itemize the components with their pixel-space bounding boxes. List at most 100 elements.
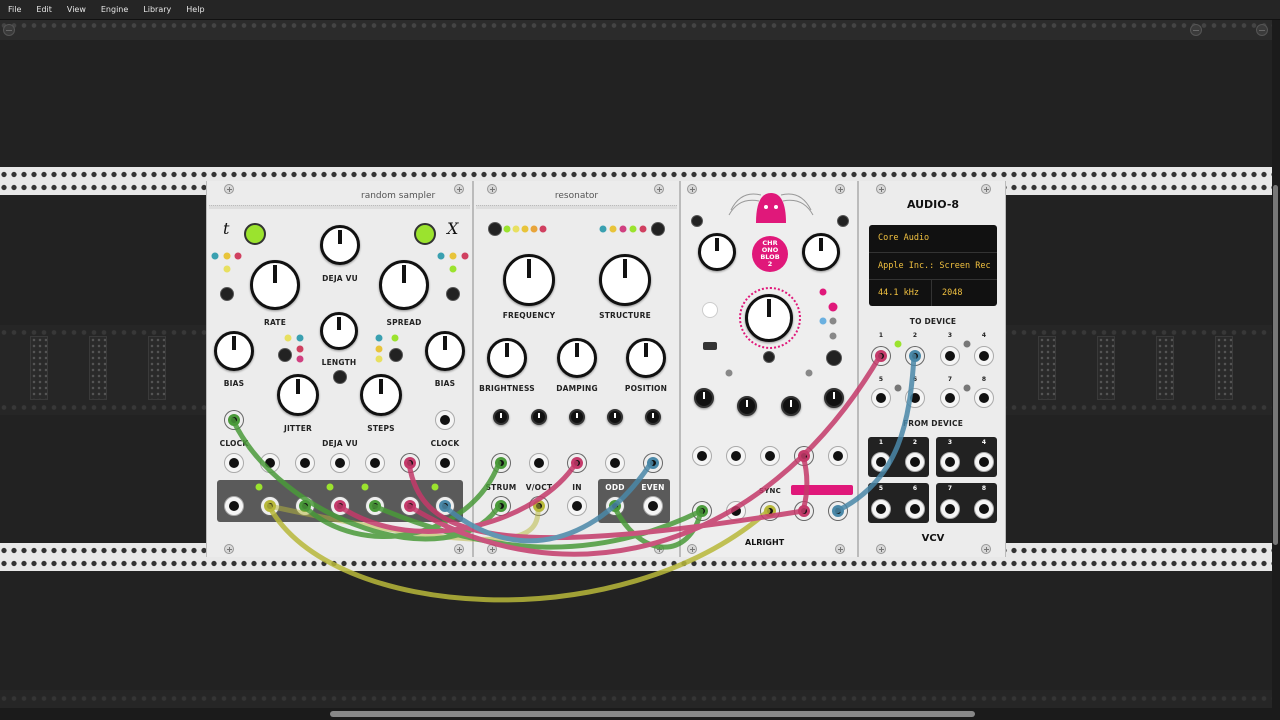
attenuverter-knob[interactable] <box>781 396 801 416</box>
in-input-jack[interactable] <box>567 496 587 516</box>
attenuverter-knob[interactable] <box>493 409 509 425</box>
cv-input-jack[interactable] <box>260 453 280 473</box>
x-deja-vu-button[interactable] <box>414 223 436 245</box>
deja-vu-knob[interactable] <box>320 225 360 265</box>
from-device-output-4[interactable] <box>974 452 994 472</box>
sync-input-jack[interactable] <box>761 502 779 520</box>
t2-output-jack[interactable] <box>261 497 279 515</box>
cv-input-jack-patched[interactable] <box>644 454 662 472</box>
from-device-output-8[interactable] <box>974 499 994 519</box>
sync-mode-button[interactable] <box>691 215 703 227</box>
cv-input-jack-patched[interactable] <box>568 454 586 472</box>
x-mode-button[interactable] <box>446 287 460 301</box>
x-clock-input-jack[interactable] <box>435 410 455 430</box>
mode-button[interactable] <box>837 215 849 227</box>
sample-rate-field[interactable]: 44.1 kHz <box>878 288 919 298</box>
menu-view[interactable]: View <box>67 5 86 14</box>
audio-device-display[interactable]: Core Audio Apple Inc.: Screen Rec 44.1 k… <box>869 225 997 306</box>
cv-input-jack[interactable] <box>224 453 244 473</box>
odd-output-jack[interactable] <box>606 497 624 515</box>
time-mode-button[interactable] <box>763 351 775 363</box>
y-output-jack[interactable] <box>331 497 349 515</box>
x-range-button[interactable] <box>389 348 403 362</box>
cv-input-jack[interactable] <box>692 446 712 466</box>
menu-library[interactable]: Library <box>143 5 171 14</box>
module-audio-8[interactable]: AUDIO-8 Core Audio Apple Inc.: Screen Re… <box>858 181 1006 557</box>
jitter-knob[interactable] <box>277 374 319 416</box>
frequency-knob[interactable] <box>503 254 555 306</box>
x3-output-jack[interactable] <box>436 497 454 515</box>
spread-knob[interactable] <box>379 260 429 310</box>
from-device-output-7[interactable] <box>940 499 960 519</box>
from-device-output-2[interactable] <box>905 452 925 472</box>
steps-knob[interactable] <box>360 374 402 416</box>
to-device-input-1[interactable] <box>872 347 890 365</box>
t1-output-jack[interactable] <box>224 496 244 516</box>
menu-help[interactable]: Help <box>186 5 204 14</box>
x2-output-jack[interactable] <box>401 497 419 515</box>
to-device-input-8[interactable] <box>974 388 994 408</box>
vertical-scrollbar-thumb[interactable] <box>1273 185 1278 545</box>
menu-file[interactable]: File <box>8 5 21 14</box>
cv-input-jack[interactable] <box>435 453 455 473</box>
cv-input-jack[interactable] <box>726 446 746 466</box>
from-device-output-5[interactable] <box>871 499 891 519</box>
voct-input-jack[interactable] <box>530 497 548 515</box>
module-resonator[interactable]: resonator FREQUENCY STRUCTURE BRIGHTNESS… <box>473 181 680 557</box>
to-device-input-6[interactable] <box>905 388 925 408</box>
attenuverter-knob[interactable] <box>531 409 547 425</box>
t3-output-jack[interactable] <box>296 497 314 515</box>
from-device-output-1[interactable] <box>871 452 891 472</box>
attenuverter-knob[interactable] <box>645 409 661 425</box>
attenuverter-knob[interactable] <box>694 388 714 408</box>
to-device-input-3[interactable] <box>940 346 960 366</box>
brightness-knob[interactable] <box>487 338 527 378</box>
device-field[interactable]: Apple Inc.: Screen Rec <box>878 261 996 271</box>
x-bias-knob[interactable] <box>425 331 465 371</box>
block-size-field[interactable]: 2048 <box>942 288 962 298</box>
cv-input-jack-patched[interactable] <box>492 454 510 472</box>
module-random-sampler[interactable]: random sampler t X DEJA VU RATE SPREAD L… <box>206 181 473 557</box>
x1-output-jack[interactable] <box>366 497 384 515</box>
cv-input-jack[interactable] <box>760 446 780 466</box>
strum-input-jack[interactable] <box>492 497 510 515</box>
cv-input-jack[interactable] <box>295 453 315 473</box>
damping-knob[interactable] <box>557 338 597 378</box>
attenuverter-knob[interactable] <box>569 409 585 425</box>
mix-knob[interactable] <box>802 233 840 271</box>
left-input-jack[interactable] <box>693 502 711 520</box>
rate-knob[interactable] <box>250 260 300 310</box>
cv-input-jack-patched[interactable] <box>401 454 419 472</box>
attenuverter-knob[interactable] <box>737 396 757 416</box>
ping-pong-button[interactable] <box>826 350 842 366</box>
t-mode-button[interactable] <box>220 287 234 301</box>
even-output-jack[interactable] <box>643 496 663 516</box>
position-knob[interactable] <box>626 338 666 378</box>
to-device-input-2[interactable] <box>906 347 924 365</box>
to-device-input-5[interactable] <box>871 388 891 408</box>
right-input-jack[interactable] <box>726 501 746 521</box>
cv-input-jack[interactable] <box>605 453 625 473</box>
right-output-jack[interactable] <box>829 502 847 520</box>
t-deja-vu-button[interactable] <box>244 223 266 245</box>
feedback-knob[interactable] <box>698 233 736 271</box>
menu-edit[interactable]: Edit <box>36 5 52 14</box>
menu-engine[interactable]: Engine <box>101 5 128 14</box>
structure-knob[interactable] <box>599 254 651 306</box>
polyphony-button[interactable] <box>488 222 502 236</box>
cv-input-jack[interactable] <box>330 453 350 473</box>
to-device-input-7[interactable] <box>940 388 960 408</box>
length-knob[interactable] <box>320 312 358 350</box>
attenuverter-knob[interactable] <box>824 388 844 408</box>
from-device-output-3[interactable] <box>940 452 960 472</box>
t-clock-input-jack[interactable] <box>225 411 243 429</box>
model-button[interactable] <box>651 222 665 236</box>
attenuverter-knob[interactable] <box>607 409 623 425</box>
cv-input-jack[interactable] <box>529 453 549 473</box>
t-range-button[interactable] <box>278 348 292 362</box>
cv-input-jack-patched[interactable] <box>795 447 813 465</box>
infinity-button[interactable] <box>702 302 718 318</box>
t-bias-knob[interactable] <box>214 331 254 371</box>
cv-input-jack[interactable] <box>828 446 848 466</box>
from-device-output-6[interactable] <box>905 499 925 519</box>
